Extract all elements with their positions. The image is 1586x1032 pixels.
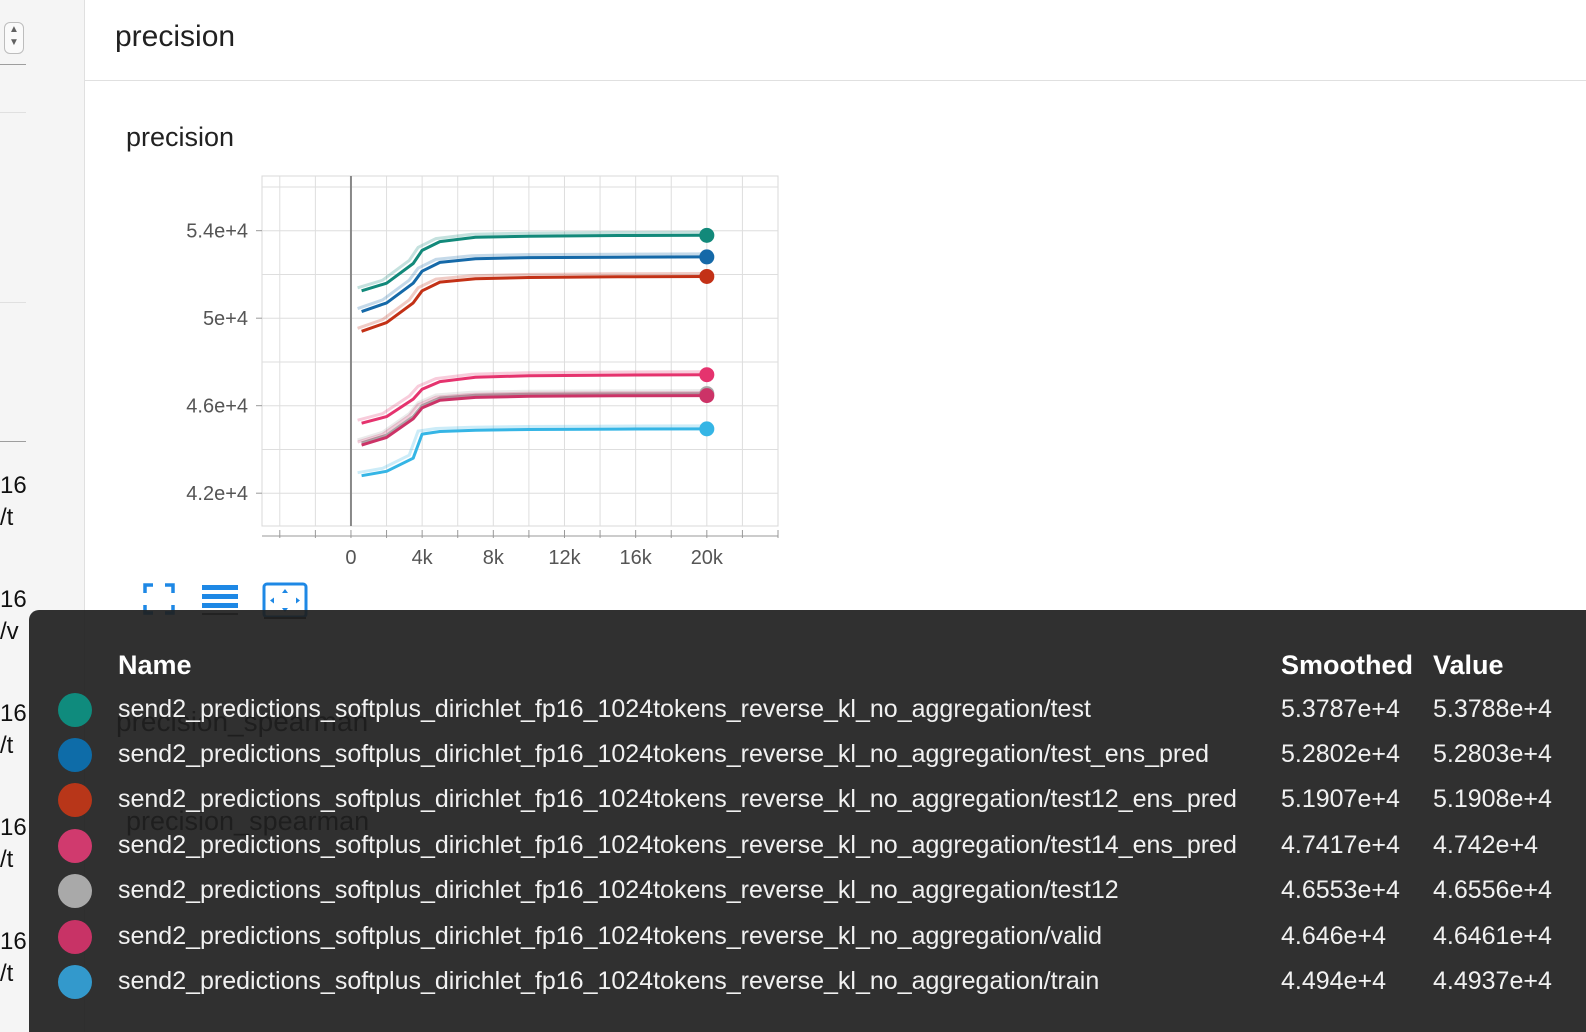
sidebar-run-fragment[interactable]: 16: [0, 584, 27, 616]
x-tick-label: 20k: [691, 547, 724, 569]
sidebar-run-fragment[interactable]: /t: [0, 730, 13, 762]
tooltip-row: send2_predictions_softplus_dirichlet_fp1…: [29, 914, 1586, 960]
tooltip-row: send2_predictions_softplus_dirichlet_fp1…: [29, 777, 1586, 823]
series-end-point: [699, 388, 715, 404]
series-line: [361, 427, 707, 478]
series-color-dot: [58, 965, 92, 999]
chart-title: precision: [126, 122, 235, 152]
tooltip-header-name: Name: [118, 650, 192, 680]
y-tick-label: 4.2e+4: [186, 483, 248, 505]
sidebar-run-fragment[interactable]: /v: [0, 616, 19, 648]
tooltip-smoothed: 5.2802e+4: [1281, 740, 1400, 768]
x-tick-label: 16k: [620, 547, 653, 569]
tooltip-value: 4.6461e+4: [1433, 922, 1552, 950]
sidebar-run-fragment[interactable]: /t: [0, 958, 13, 990]
series-color-dot: [58, 829, 92, 863]
tooltip-run-name: send2_predictions_softplus_dirichlet_fp1…: [118, 740, 1210, 768]
tooltip-value: 4.742e+4: [1433, 831, 1538, 859]
tooltip-row: send2_predictions_softplus_dirichlet_fp1…: [29, 732, 1586, 778]
tooltip-value: 5.3788e+4: [1433, 695, 1552, 723]
y-tick-label: 5.4e+4: [186, 221, 248, 243]
series-color-dot: [58, 738, 92, 772]
x-tick-label: 4k: [412, 547, 434, 569]
series-color-dot: [58, 920, 92, 954]
spinner-arrows-icon[interactable]: ▲ ▼: [4, 22, 24, 54]
tooltip-smoothed: 4.7417e+4: [1281, 831, 1400, 859]
tooltip-row: send2_predictions_softplus_dirichlet_fp1…: [29, 959, 1586, 1005]
tooltip-row: send2_predictions_softplus_dirichlet_fp1…: [29, 823, 1586, 869]
sidebar-run-fragment[interactable]: 16: [0, 812, 27, 844]
sidebar-run-fragment[interactable]: 16: [0, 698, 27, 730]
tooltip-value: 4.4937e+4: [1433, 967, 1552, 995]
tooltip-value: 5.1908e+4: [1433, 785, 1552, 813]
x-tick-label: 8k: [483, 547, 505, 569]
y-tick-label: 5e+4: [203, 308, 248, 330]
series-color-dot: [58, 783, 92, 817]
tooltip-run-name: send2_predictions_softplus_dirichlet_fp1…: [118, 876, 1119, 904]
sidebar-divider: [0, 64, 26, 65]
series-end-point: [699, 249, 715, 265]
series-end-point: [699, 421, 715, 437]
tooltip-smoothed: 4.494e+4: [1281, 967, 1386, 995]
precision-chart[interactable]: 4.2e+4 4.6e+4 5e+4 5.4e+4 0 4k 8k 12k 16k 20k: [140, 170, 800, 580]
tooltip-header-value: Value: [1433, 650, 1504, 680]
tooltip-run-name: send2_predictions_softplus_dirichlet_fp1…: [118, 967, 1100, 995]
sidebar-run-fragment[interactable]: 16: [0, 470, 27, 502]
series-line: [361, 394, 707, 447]
plot-border: [261, 175, 779, 527]
series-end-point: [699, 227, 715, 243]
sidebar-run-fragment[interactable]: 16: [0, 926, 27, 958]
y-tick-label: 4.6e+4: [186, 396, 248, 418]
x-tick-label: 12k: [548, 547, 581, 569]
tooltip-value: 4.6556e+4: [1433, 876, 1552, 904]
tooltip-run-name: send2_predictions_softplus_dirichlet_fp1…: [118, 695, 1091, 723]
x-tick-label: 0: [345, 547, 356, 569]
series-color-dot: [58, 874, 92, 908]
tooltip-value: 5.2803e+4: [1433, 740, 1552, 768]
sidebar-divider: [0, 441, 26, 442]
series-color-dot: [58, 693, 92, 727]
chart-tooltip: Name Smoothed Value send2_predictions_so…: [29, 610, 1586, 1032]
tooltip-run-name: send2_predictions_softplus_dirichlet_fp1…: [118, 785, 1237, 813]
tooltip-smoothed: 5.1907e+4: [1281, 785, 1400, 813]
tooltip-header-smoothed: Smoothed: [1281, 650, 1413, 680]
tooltip-smoothed: 4.6553e+4: [1281, 876, 1400, 904]
sidebar-run-fragment[interactable]: /t: [0, 502, 13, 534]
tooltip-run-name: send2_predictions_softplus_dirichlet_fp1…: [118, 922, 1103, 950]
sidebar-run-fragment[interactable]: /t: [0, 844, 13, 876]
series-end-point: [699, 268, 715, 284]
series-end-point: [699, 367, 715, 383]
chart-grid: [261, 175, 779, 527]
tooltip-row: send2_predictions_softplus_dirichlet_fp1…: [29, 687, 1586, 733]
tooltip-smoothed: 5.3787e+4: [1281, 695, 1400, 723]
sidebar-divider: [0, 112, 26, 113]
chart-series: [357, 227, 715, 478]
tooltip-row: send2_predictions_softplus_dirichlet_fp1…: [29, 868, 1586, 914]
section-header[interactable]: precision: [85, 0, 1586, 81]
tooltip-run-name: send2_predictions_softplus_dirichlet_fp1…: [118, 831, 1237, 859]
section-title: precision: [115, 20, 236, 53]
tooltip-smoothed: 4.646e+4: [1281, 922, 1386, 950]
sidebar-divider: [0, 302, 26, 303]
